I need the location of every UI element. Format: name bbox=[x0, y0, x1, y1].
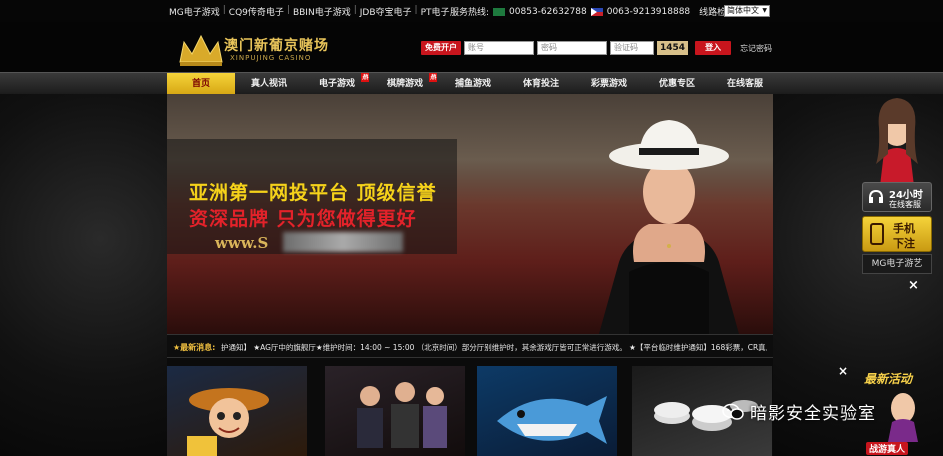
hot-badge: 热 bbox=[428, 73, 437, 82]
promo-subtitle: 战游真人 bbox=[866, 442, 909, 455]
banner-subheadline: 资深品牌 只为您做得更好 bbox=[189, 208, 417, 230]
wechat-watermark: 暗影安全实验室 bbox=[722, 399, 876, 424]
password-input[interactable]: 密码 bbox=[537, 41, 607, 55]
hot-badge: 热 bbox=[360, 73, 369, 82]
left-background bbox=[0, 94, 167, 456]
separator: | bbox=[353, 5, 357, 15]
mobile-betting-button[interactable]: 手机 下注 bbox=[862, 216, 932, 252]
crown-logo-icon bbox=[179, 34, 223, 66]
separator: | bbox=[286, 5, 290, 15]
link-pt[interactable]: PT电子 bbox=[421, 5, 450, 18]
link-jdb[interactable]: JDB夺宝电子 bbox=[360, 5, 412, 18]
header: 澳门新葡京赌场 XINPUJING CASINO 免费开户 账号 密码 验证码 … bbox=[0, 22, 943, 72]
nav-promotions[interactable]: 优惠专区 bbox=[643, 73, 711, 95]
account-input[interactable]: 账号 bbox=[464, 41, 534, 55]
separator: | bbox=[222, 5, 226, 15]
promo-title: 最新活动 bbox=[864, 372, 913, 386]
nav-home[interactable]: 首页 bbox=[167, 73, 235, 95]
service-online-label: 在线客服 bbox=[889, 200, 921, 209]
service-girl-image bbox=[876, 98, 918, 186]
blurred-url-mask bbox=[283, 232, 403, 252]
mobile-label-line1: 手机 bbox=[893, 222, 915, 235]
nav-label: 电子游戏 bbox=[318, 79, 355, 89]
hotline-label: 服务热线: bbox=[450, 8, 490, 18]
nav-label: 彩票游戏 bbox=[590, 79, 627, 89]
cowboy-character-icon bbox=[187, 388, 269, 456]
casino-players-icon bbox=[357, 382, 447, 448]
headset-icon bbox=[869, 189, 883, 203]
online-service-button[interactable]: 24小时 在线客服 bbox=[862, 182, 932, 212]
link-bbin[interactable]: BBIN电子游戏 bbox=[293, 5, 351, 18]
banner-headline: 亚洲第一网投平台 顶级信誉 bbox=[189, 182, 437, 204]
login-form: 免费开户 账号 密码 验证码 1454 登入 忘记密码 bbox=[421, 41, 772, 55]
banner-url: www.S bbox=[215, 234, 269, 252]
nav-label: 捕鱼游戏 bbox=[454, 79, 491, 89]
service-hotline: 服务热线: 00853-62632788 0063-9213918888 线路检… bbox=[450, 5, 735, 19]
promo-close-icon[interactable]: × bbox=[838, 365, 848, 378]
captcha-image[interactable]: 1454 bbox=[657, 41, 689, 55]
game-tiles bbox=[167, 366, 773, 456]
nav-card-games[interactable]: 棋牌游戏热 bbox=[371, 73, 439, 95]
macau-phone: 00853-62632788 bbox=[509, 6, 587, 17]
mobile-phone-icon bbox=[870, 223, 884, 245]
register-button[interactable]: 免费开户 bbox=[421, 41, 461, 55]
separator: | bbox=[414, 5, 418, 15]
game-tile-live-casino[interactable] bbox=[325, 366, 465, 456]
nav-live-casino[interactable]: 真人视讯 bbox=[235, 73, 303, 95]
close-icon[interactable]: × bbox=[908, 279, 919, 292]
ticker-text[interactable]: 护通知】 ★AG厅中的旗舰厅★维护时间：14:00 ~ 15:00 （北京时间）… bbox=[221, 342, 767, 353]
wechat-icon bbox=[722, 403, 744, 420]
model-woman-image bbox=[599, 120, 739, 334]
news-ticker: ★最新消息: 护通知】 ★AG厅中的旗舰厅★维护时间：14:00 ~ 15:00… bbox=[167, 334, 773, 358]
nav-lottery[interactable]: 彩票游戏 bbox=[575, 73, 643, 95]
ticker-label: ★最新消息: bbox=[173, 343, 216, 352]
link-mg[interactable]: MG电子游戏 bbox=[169, 5, 220, 18]
mg-games-link[interactable]: MG电子游艺 bbox=[862, 254, 932, 274]
hero-banner[interactable]: 亚洲第一网投平台 顶级信誉 资深品牌 只为您做得更好 www.S bbox=[167, 94, 773, 334]
nav-slots[interactable]: 电子游戏热 bbox=[303, 73, 371, 95]
main-nav: 首页 真人视讯 电子游戏热 棋牌游戏热 捕鱼游戏 体育投注 彩票游戏 优惠专区 … bbox=[0, 72, 943, 95]
logo-english-name: XINPUJING CASINO bbox=[230, 54, 312, 62]
logo-chinese-name: 澳门新葡京赌场 bbox=[224, 38, 329, 54]
game-tile-fishing[interactable] bbox=[477, 366, 617, 456]
philippines-flag-icon bbox=[590, 7, 603, 16]
login-button[interactable]: 登入 bbox=[695, 41, 732, 55]
top-links-bar: MG电子游戏 | CQ9传奇电子 | BBIN电子游戏 | JDB夺宝电子 | PT电子… bbox=[0, 0, 943, 22]
nav-fishing[interactable]: 捕鱼游戏 bbox=[439, 73, 507, 95]
captcha-input[interactable]: 验证码 bbox=[610, 41, 654, 55]
floating-service-panel: 24小时 在线客服 手机 下注 MG电子游艺 × bbox=[858, 94, 936, 299]
nav-label: 首页 bbox=[191, 79, 210, 89]
language-select[interactable]: 简体中文 bbox=[724, 5, 770, 17]
macau-flag-icon bbox=[493, 7, 506, 16]
nav-label: 体育投注 bbox=[522, 79, 559, 89]
casino-logo[interactable]: 澳门新葡京赌场 XINPUJING CASINO bbox=[176, 32, 366, 68]
nav-label: 棋牌游戏 bbox=[386, 79, 423, 89]
philippines-phone: 0063-9213918888 bbox=[606, 6, 691, 17]
watermark-text: 暗影安全实验室 bbox=[750, 404, 876, 424]
nav-label: 在线客服 bbox=[726, 79, 763, 89]
nav-label: 真人视讯 bbox=[250, 79, 287, 89]
shark-icon bbox=[497, 396, 607, 444]
forgot-password-link[interactable]: 忘记密码 bbox=[740, 43, 772, 54]
nav-customer-service[interactable]: 在线客服 bbox=[711, 73, 779, 95]
nav-label: 优惠专区 bbox=[658, 79, 695, 89]
nav-sports[interactable]: 体育投注 bbox=[507, 73, 575, 95]
link-cq9[interactable]: CQ9传奇电子 bbox=[229, 5, 284, 18]
mobile-label-line2: 下注 bbox=[893, 237, 915, 250]
game-provider-links: MG电子游戏 | CQ9传奇电子 | BBIN电子游戏 | JDB夺宝电子 | PT电子 bbox=[169, 5, 450, 18]
game-tile-slots[interactable] bbox=[167, 366, 307, 456]
promo-girl-image bbox=[888, 393, 918, 442]
